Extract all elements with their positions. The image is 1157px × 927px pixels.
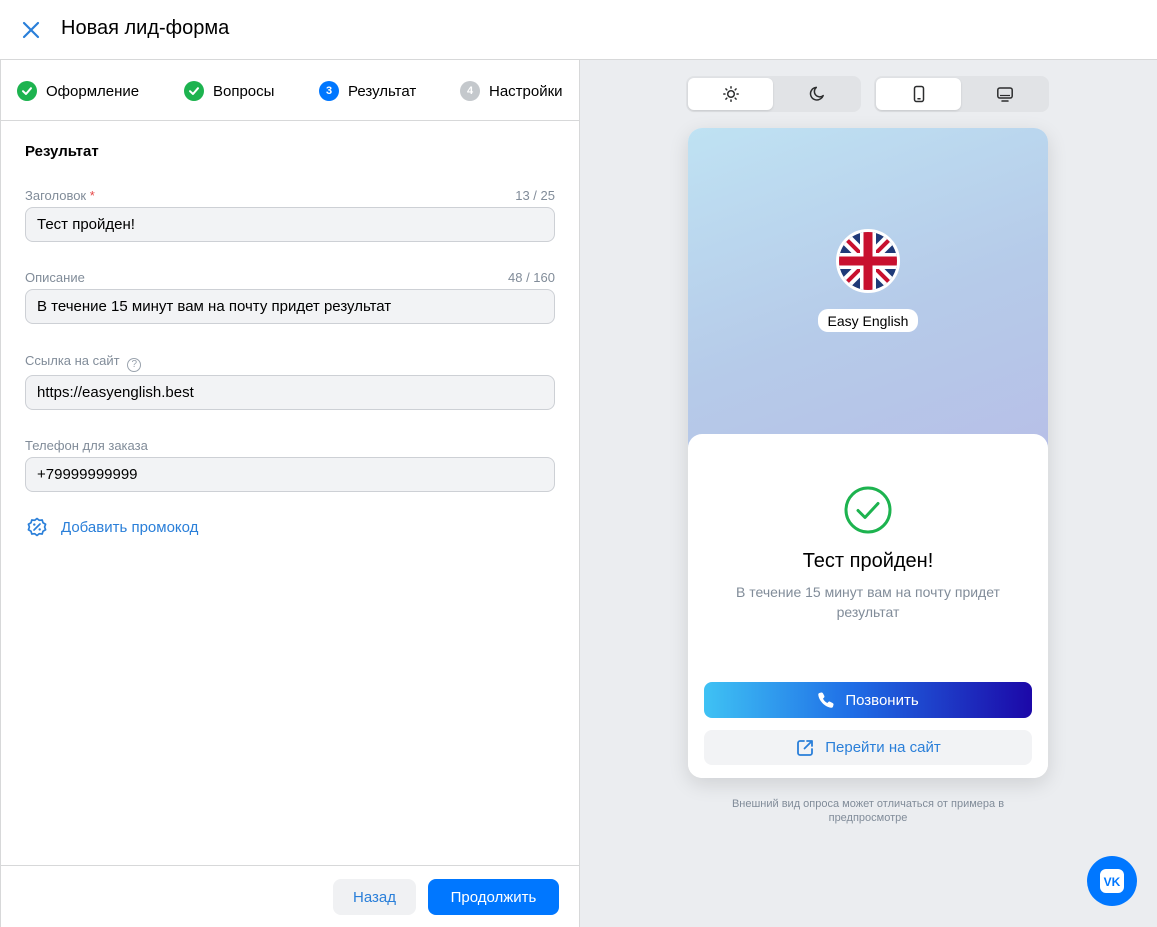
description-char-counter: 48 / 160 [508,270,555,285]
sun-icon [722,86,739,102]
check-circle-outline-icon [844,486,892,534]
device-mobile-option[interactable] [876,78,961,110]
step-settings[interactable]: 4 Настройки [460,80,563,102]
phone-icon [818,692,834,708]
form-footer: Назад Продолжить [1,865,579,927]
brand-avatar [836,229,900,293]
step-label: Вопросы [213,82,275,100]
order-phone-input[interactable]: +79999999999 [25,457,555,492]
result-description: В течение 15 минут вам на почту придет р… [736,584,1000,620]
stepper: Оформление Вопросы 3 Результат 4 Настрой… [1,60,579,121]
section-title: Результат [25,143,99,160]
monitor-icon [996,87,1013,102]
result-card: Тест пройден! В течение 15 минут вам на … [688,434,1048,778]
title-label-text: Заголовок [25,188,87,203]
title-field-label: Заголовок * [25,188,95,203]
step-number-badge: 3 [319,81,339,101]
moon-icon [809,86,824,101]
discount-badge-icon [27,517,47,537]
top-bar: Новая лид-форма [0,0,1157,60]
check-circle-icon [17,81,37,101]
help-icon[interactable]: ? [127,358,142,372]
lead-form-editor: Новая лид-форма Оформление Вопросы 3 Рез… [0,0,1157,927]
call-button[interactable]: Позвонить [704,682,1032,718]
page-title: Новая лид-форма [61,17,230,39]
theme-switcher [686,76,861,112]
step-result[interactable]: 3 Результат [319,80,416,102]
link-label-text: Ссылка на сайт [25,353,120,368]
preview-disclaimer: Внешний вид опроса может отличаться от п… [731,798,1005,824]
preview-cover: Easy English [688,128,1048,458]
description-input[interactable]: В течение 15 минут вам на почту придет р… [25,289,555,324]
vk-logo-icon: VK [1100,869,1124,893]
link-field-label: Ссылка на сайт ? [25,353,142,372]
device-switcher [874,76,1049,112]
mobile-preview: Easy English Тест пройден! В течение 15 … [688,128,1048,778]
go-to-site-label: Перейти на сайт [825,739,941,756]
close-button[interactable] [18,17,44,43]
required-mark: * [89,188,95,203]
step-label: Результат [348,82,417,100]
description-field-label: Описание [25,270,85,285]
title-input[interactable]: Тест пройден! [25,207,555,242]
step-questions[interactable]: Вопросы [184,80,274,102]
add-promocode-link[interactable]: Добавить промокод [25,515,198,539]
brand-name: Easy English [818,309,918,332]
back-button[interactable]: Назад [333,879,416,915]
external-link-icon [797,739,814,756]
call-button-label: Позвонить [845,691,919,709]
step-label: Настройки [489,82,563,100]
title-char-counter: 13 / 25 [515,188,555,203]
promocode-label: Добавить промокод [61,518,199,536]
vk-help-button[interactable]: VK [1087,856,1137,906]
phone-device-icon [913,85,924,103]
uk-flag-icon [839,232,897,290]
close-icon [22,21,40,39]
step-design[interactable]: Оформление [17,80,139,102]
theme-light-option[interactable] [688,78,773,110]
theme-dark-option[interactable] [774,78,859,110]
device-desktop-option[interactable] [962,78,1047,110]
phone-field-label: Телефон для заказа [25,438,148,453]
check-circle-icon [184,81,204,101]
step-number-badge: 4 [460,81,480,101]
svg-text:VK: VK [1104,875,1121,889]
editor-panel: Оформление Вопросы 3 Результат 4 Настрой… [0,60,580,927]
continue-button[interactable]: Продолжить [428,879,559,915]
result-title: Тест пройден! [802,550,934,572]
website-link-input[interactable]: https://easyenglish.best [25,375,555,410]
go-to-site-button[interactable]: Перейти на сайт [704,730,1032,765]
step-label: Оформление [46,82,140,100]
preview-panel: Easy English Тест пройден! В течение 15 … [580,60,1157,927]
